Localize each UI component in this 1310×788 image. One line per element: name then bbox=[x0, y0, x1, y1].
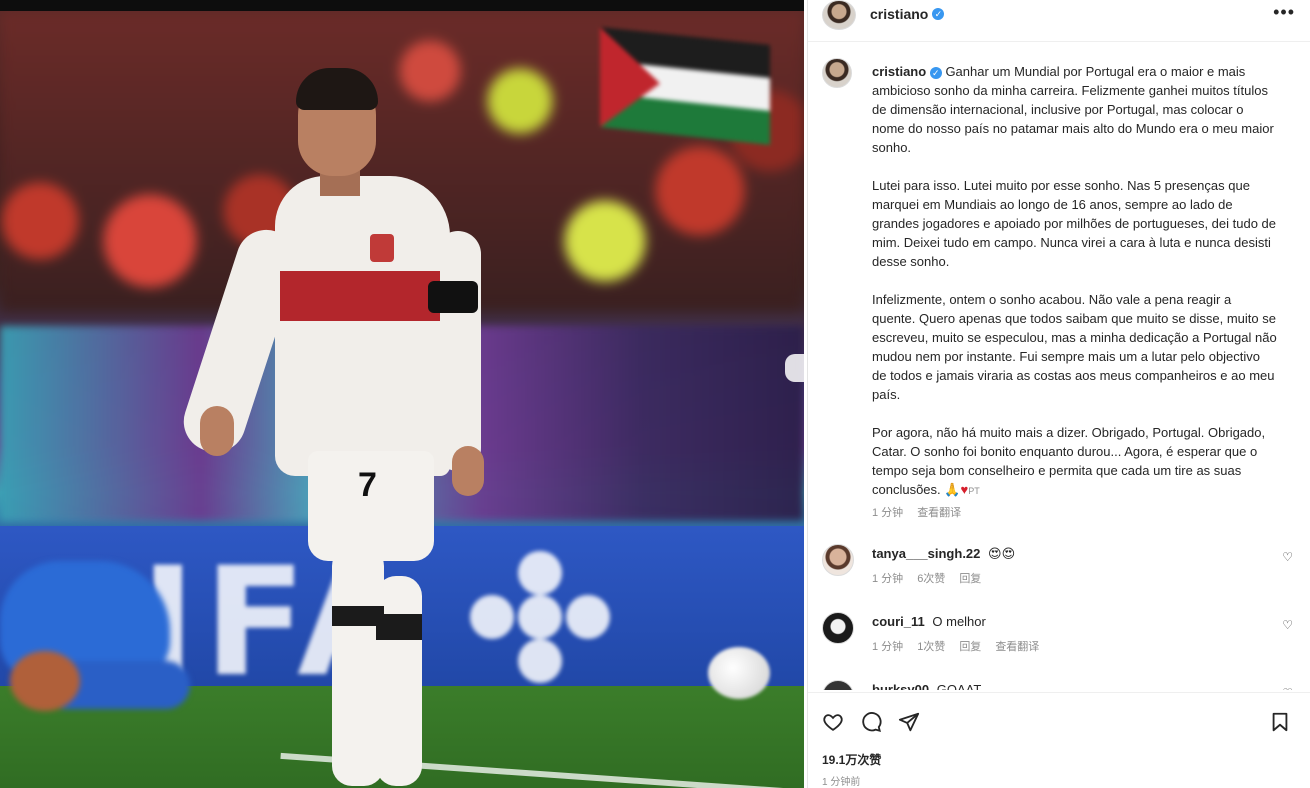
comment-avatar[interactable] bbox=[822, 612, 854, 644]
header-user[interactable]: cristiano ✓ bbox=[870, 6, 945, 22]
comment-like-heart-icon[interactable]: ♡ bbox=[1282, 618, 1293, 632]
post-timestamp: 1 分钟前 bbox=[822, 777, 861, 788]
comment-item: burksy00 GOAAT ♡ bbox=[822, 680, 1297, 690]
photo-flag bbox=[600, 27, 770, 145]
header-username[interactable]: cristiano bbox=[870, 6, 928, 22]
caption-paragraph-2: Lutei para isso. Lutei muito por esse so… bbox=[872, 178, 1277, 269]
comment-like-heart-icon[interactable]: ♡ bbox=[1282, 550, 1293, 564]
comment-time[interactable]: 1 分钟 bbox=[872, 570, 903, 586]
comment-likes[interactable]: 1次赞 bbox=[917, 638, 945, 654]
caption-body: cristiano ✓ Ganhar um Mundial por Portug… bbox=[872, 62, 1277, 501]
comment-body: burksy00 GOAAT bbox=[872, 682, 981, 690]
caption-paragraph-3: Infelizmente, ontem o sonho acabou. Não … bbox=[872, 292, 1277, 402]
caption-avatar[interactable] bbox=[822, 58, 852, 88]
caption-paragraph-4: Por agora, não há muito mais a dizer. Ob… bbox=[872, 425, 1266, 497]
post-side-panel: cristiano ✓ ••• cristiano ✓ Ganhar um Mu… bbox=[807, 0, 1310, 788]
comment-body: tanya___singh.22 😍😍 bbox=[872, 546, 1015, 562]
comment-bubble-icon[interactable] bbox=[860, 711, 882, 733]
comment-avatar[interactable] bbox=[822, 680, 854, 690]
post-photo[interactable]: IFA 7 bbox=[0, 11, 804, 788]
comment-reply-button[interactable]: 回复 bbox=[959, 570, 981, 586]
pray-emoji-icon: 🙏 bbox=[944, 482, 961, 497]
action-icons bbox=[822, 711, 920, 733]
comments-list[interactable]: tanya___singh.22 😍😍 1 分钟 6次赞 回复 ♡ couri_… bbox=[808, 530, 1310, 690]
post-photo-pane: IFA 7 bbox=[0, 0, 804, 788]
comment-time[interactable]: 1 分钟 bbox=[872, 638, 903, 654]
save-bookmark-icon[interactable] bbox=[1269, 711, 1291, 733]
caption-see-translation[interactable]: 查看翻译 bbox=[917, 504, 961, 520]
caption-verified-badge-icon: ✓ bbox=[929, 67, 942, 79]
comment-username[interactable]: tanya___singh.22 bbox=[872, 546, 980, 561]
photo-player: 7 bbox=[175, 66, 500, 788]
more-options-icon[interactable]: ••• bbox=[1273, 2, 1295, 23]
comment-meta: 1 分钟 6次赞 回复 bbox=[872, 570, 981, 586]
post-action-bar: 19.1万次赞 1 分钟前 bbox=[808, 692, 1310, 788]
comment-text: O melhor bbox=[932, 614, 986, 629]
like-heart-icon[interactable] bbox=[822, 711, 844, 733]
likes-count[interactable]: 19.1万次赞 bbox=[822, 751, 881, 768]
share-send-icon[interactable] bbox=[898, 711, 920, 733]
comment-see-translation[interactable]: 查看翻译 bbox=[995, 638, 1039, 654]
photo-ball bbox=[708, 647, 770, 699]
flag-emoji-icon: PT bbox=[968, 486, 980, 496]
comment-item: tanya___singh.22 😍😍 1 分钟 6次赞 回复 ♡ bbox=[822, 544, 1297, 594]
next-photo-handle[interactable] bbox=[785, 354, 804, 382]
caption-time[interactable]: 1 分钟 bbox=[872, 504, 903, 520]
caption-meta: 1 分钟 查看翻译 bbox=[872, 504, 961, 520]
post-header: cristiano ✓ ••• bbox=[808, 0, 1310, 42]
comment-username[interactable]: couri_11 bbox=[872, 614, 925, 629]
comment-avatar[interactable] bbox=[822, 544, 854, 576]
smiley-emoji-icon: 😍😍 bbox=[988, 546, 1016, 561]
comment-meta: 1 分钟 1次赞 回复 查看翻译 bbox=[872, 638, 1039, 654]
caption-username[interactable]: cristiano bbox=[872, 64, 926, 79]
header-avatar[interactable] bbox=[822, 0, 856, 30]
comment-like-heart-icon[interactable]: ♡ bbox=[1282, 686, 1293, 690]
comment-text: GOAAT bbox=[936, 682, 982, 690]
comment-reply-button[interactable]: 回复 bbox=[959, 638, 981, 654]
comment-item: couri_11 O melhor 1 分钟 1次赞 回复 查看翻译 ♡ bbox=[822, 612, 1297, 662]
comment-body: couri_11 O melhor bbox=[872, 614, 986, 629]
verified-badge-icon: ✓ bbox=[932, 8, 945, 20]
photo-jersey-number: 7 bbox=[358, 466, 377, 504]
comment-username[interactable]: burksy00 bbox=[872, 682, 929, 690]
comment-likes[interactable]: 6次赞 bbox=[917, 570, 945, 586]
